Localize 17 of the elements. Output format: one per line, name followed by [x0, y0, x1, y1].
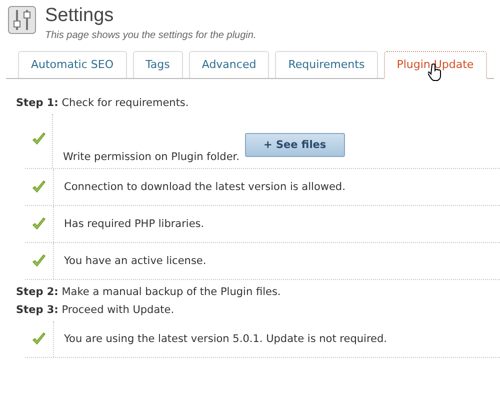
check-text: Connection to download the latest version is allowed. [64, 181, 346, 193]
page-subtitle: This page shows you the settings for the plugin. [45, 30, 256, 41]
tab[interactable]: Requirements [275, 51, 378, 78]
check-text: Write permission on Plugin folder. [63, 151, 240, 163]
see-files-button[interactable]: + See files [244, 133, 346, 157]
tab[interactable]: Automatic SEO [18, 51, 126, 78]
page-title: Settings [45, 5, 115, 27]
step-text: Step 3: Proceed with Update. [16, 304, 176, 316]
check-text: You are using the latest version 5.0.1. Update is not required. [64, 333, 388, 345]
check-text: You have an active license. [64, 255, 206, 267]
check-text: Has required PHP libraries. [64, 218, 204, 230]
tab[interactable]: Tags [132, 51, 183, 78]
tab[interactable]: Advanced [188, 51, 270, 78]
step-text: Step 2: Make a manual backup of the Plugin files. [16, 286, 282, 298]
sliders-icon [8, 6, 36, 34]
tab[interactable]: Plugin Update [384, 51, 487, 79]
step-text: Step 1: Check for requirements. [16, 97, 190, 109]
